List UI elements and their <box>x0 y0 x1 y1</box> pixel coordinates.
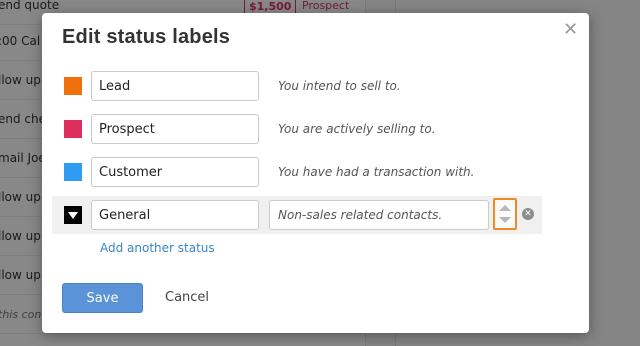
color-swatch[interactable] <box>64 120 82 138</box>
color-swatch[interactable] <box>64 163 82 181</box>
dialog-title: Edit status labels <box>62 26 231 48</box>
color-swatch[interactable] <box>64 77 82 95</box>
status-row-general: ✕ <box>52 196 542 234</box>
save-button[interactable]: Save <box>62 283 143 313</box>
cancel-button[interactable]: Cancel <box>165 290 209 305</box>
status-name-input[interactable] <box>91 71 259 101</box>
edit-status-dialog: Edit status labels ✕ You intend to sell … <box>42 13 589 333</box>
status-description: You intend to sell to. <box>278 79 401 93</box>
arrow-up-icon <box>499 205 511 211</box>
add-status-link[interactable]: Add another status <box>100 241 215 255</box>
reorder-handle[interactable] <box>493 198 517 230</box>
close-icon[interactable]: ✕ <box>563 21 578 39</box>
remove-icon[interactable]: ✕ <box>522 208 534 220</box>
color-picker-dropdown[interactable] <box>64 206 82 224</box>
arrow-down-icon <box>499 217 511 223</box>
status-description: You have had a transaction with. <box>278 165 475 179</box>
status-description-input[interactable] <box>269 200 489 230</box>
status-name-input[interactable] <box>91 200 259 230</box>
caret-down-icon <box>68 212 78 219</box>
status-name-input[interactable] <box>91 157 259 187</box>
status-description: You are actively selling to. <box>278 122 436 136</box>
status-name-input[interactable] <box>91 114 259 144</box>
